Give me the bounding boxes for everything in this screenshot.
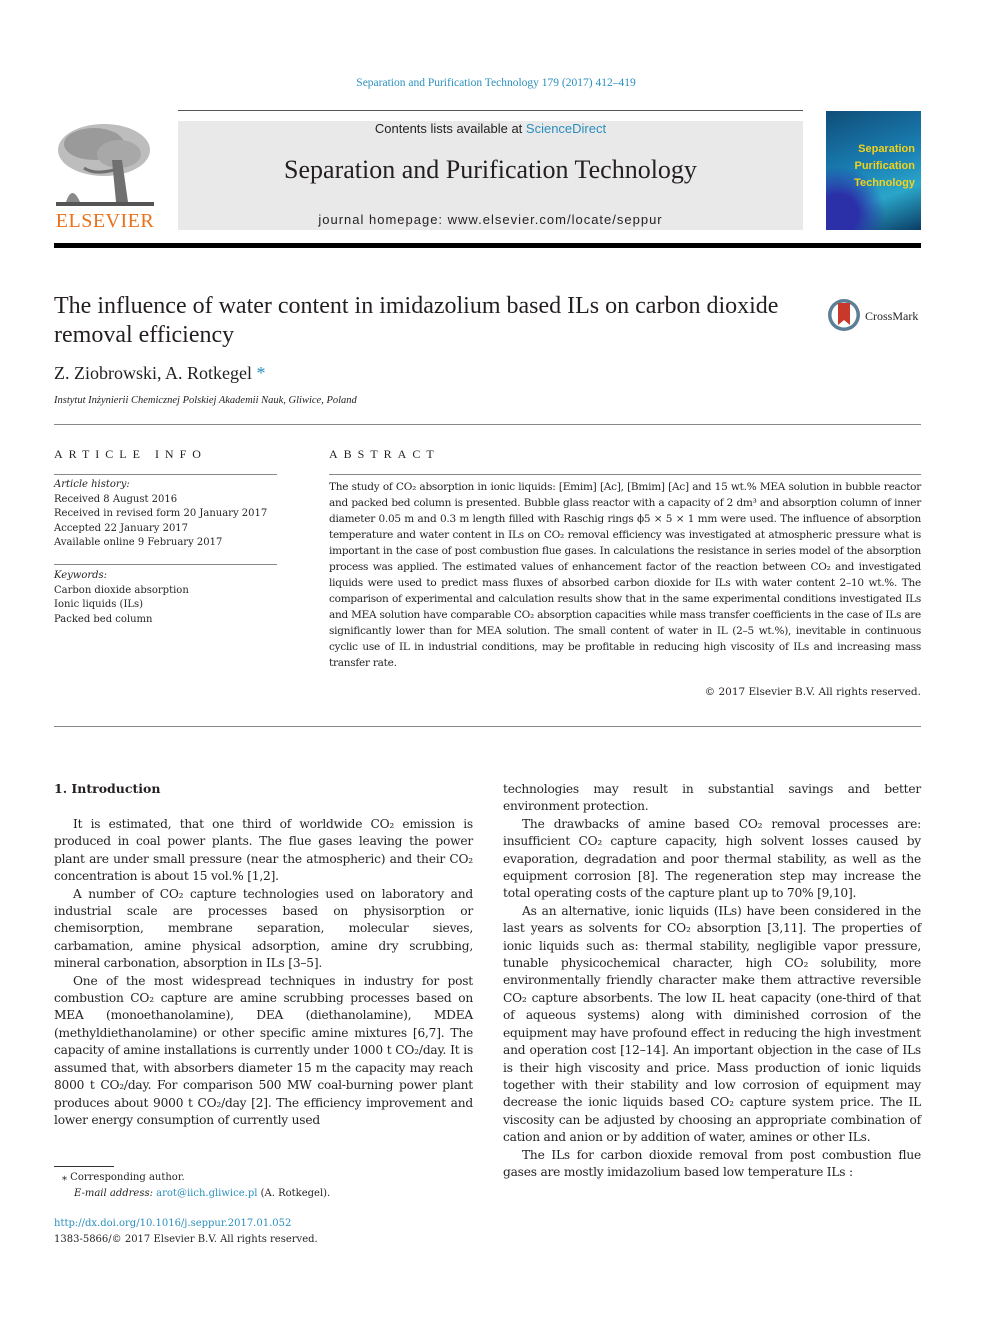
article-history: Article history: Received 8 August 2016 … <box>54 478 277 551</box>
corresponding-footnote: ⁎ Corresponding author. E-mail address: … <box>62 1170 330 1202</box>
body-paragraph: The drawbacks of amine based CO₂ removal… <box>503 816 921 901</box>
crossmark-label[interactable]: CrossMark <box>865 309 918 324</box>
contents-line: Contents lists available at ScienceDirec… <box>178 121 803 136</box>
keywords: Keywords: Carbon dioxide absorption Ioni… <box>54 569 277 627</box>
authors: Z. Ziobrowski, A. Rotkegel * <box>54 363 265 384</box>
keywords-label: Keywords: <box>54 570 108 581</box>
issn-line: 1383-5866/© 2017 Elsevier B.V. All right… <box>54 1234 318 1245</box>
keyword-item: Ionic liquids (ILs) <box>54 599 144 610</box>
affiliation: Instytut Inżynierii Chemicznej Polskiej … <box>54 395 357 406</box>
history-item: Accepted 22 January 2017 <box>54 522 189 534</box>
body-paragraph: One of the most widespread techniques in… <box>54 973 473 1127</box>
cover-title-line: Technology <box>854 177 915 189</box>
header-divider <box>54 243 921 248</box>
cover-title: Separation Purification Technology <box>854 141 915 192</box>
journal-homepage[interactable]: journal homepage: www.elsevier.com/locat… <box>178 212 803 227</box>
journal-cover-thumbnail[interactable]: Separation Purification Technology <box>826 111 921 230</box>
body-right-column: technologies may result in substantial s… <box>503 781 921 1181</box>
keyword-item: Packed bed column <box>54 613 153 625</box>
doi-link[interactable]: http://dx.doi.org/10.1016/j.seppur.2017.… <box>54 1216 318 1232</box>
email-suffix: (A. Rotkegel). <box>257 1188 331 1199</box>
title-divider <box>54 424 921 425</box>
abstract-divider <box>329 474 921 475</box>
contents-prefix: Contents lists available at <box>374 121 526 136</box>
abstract-copyright: © 2017 Elsevier B.V. All rights reserved… <box>704 686 921 698</box>
body-paragraph: As an alternative, ionic liquids (ILs) h… <box>503 903 921 1145</box>
abstract-heading: ABSTRACT <box>329 447 440 461</box>
footnote-rule <box>54 1166 114 1167</box>
author-names: Z. Ziobrowski, A. Rotkegel <box>54 363 252 383</box>
body-paragraph: A number of CO₂ capture technologies use… <box>54 886 473 971</box>
cover-title-line: Purification <box>854 160 915 172</box>
article-info-heading: ARTICLE INFO <box>54 447 207 461</box>
journal-reference[interactable]: Separation and Purification Technology 1… <box>0 77 992 89</box>
crossmark-icon[interactable] <box>827 298 861 332</box>
abstract-bottom-divider <box>54 726 921 727</box>
body-paragraph: technologies may result in substantial s… <box>503 782 921 814</box>
article-title: The influence of water content in imidaz… <box>54 293 779 348</box>
cover-title-line: Separation <box>858 143 915 155</box>
journal-title: Separation and Purification Technology <box>284 155 697 184</box>
top-rule <box>178 110 803 111</box>
abstract-text: The study of CO₂ absorption in ionic liq… <box>329 481 921 669</box>
body-paragraph: It is estimated, that one third of world… <box>54 817 473 884</box>
article-info-divider <box>54 474 277 475</box>
history-item: Available online 9 February 2017 <box>54 537 223 548</box>
body-left-column: It is estimated, that one third of world… <box>54 816 473 1129</box>
section-heading-introduction: 1. Introduction <box>54 781 161 796</box>
corresponding-author-mark[interactable]: * <box>256 363 265 383</box>
history-item: Received 8 August 2016 <box>54 493 178 505</box>
corresponding-author-note: ⁎ Corresponding author. <box>62 1172 185 1183</box>
body-paragraph: The ILs for carbon dioxide removal from … <box>503 1147 921 1179</box>
doi-block: http://dx.doi.org/10.1016/j.seppur.2017.… <box>54 1216 318 1248</box>
keywords-divider <box>54 564 277 565</box>
article-history-label: Article history: <box>54 479 130 490</box>
email-label: E-mail address: <box>74 1188 157 1199</box>
keyword-item: Carbon dioxide absorption <box>54 584 189 596</box>
sciencedirect-link[interactable]: ScienceDirect <box>526 121 606 136</box>
email-link[interactable]: arot@iich.gliwice.pl <box>156 1188 257 1199</box>
history-item: Received in revised form 20 January 2017 <box>54 508 268 519</box>
elsevier-wordmark: ELSEVIER <box>55 210 155 232</box>
